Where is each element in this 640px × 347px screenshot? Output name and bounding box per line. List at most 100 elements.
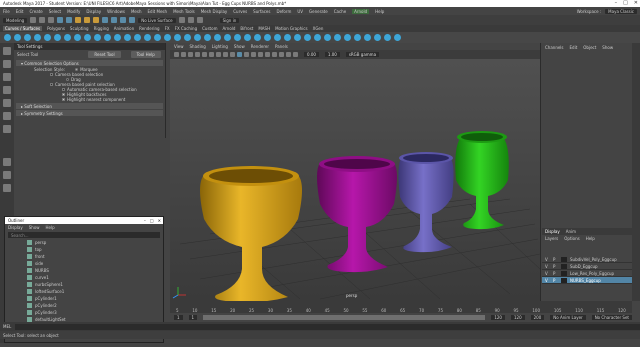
workspace-dropdown[interactable]: Maya Classic — [605, 8, 637, 14]
command-input[interactable] — [15, 323, 640, 330]
open-scene-icon[interactable] — [39, 17, 46, 23]
close-icon[interactable]: ✕ — [634, 0, 638, 6]
extrude-icon[interactable] — [164, 34, 171, 41]
layer-visibility[interactable]: V — [545, 264, 550, 269]
menu-mesh[interactable]: Mesh — [131, 9, 142, 14]
align-icon[interactable] — [254, 34, 261, 41]
drag-radio[interactable] — [66, 78, 69, 81]
layer-color-swatch[interactable] — [561, 270, 567, 276]
menu-arnold[interactable]: Arnold — [352, 8, 370, 14]
viewport-menu-shading[interactable]: Shading — [190, 44, 206, 49]
mel-label[interactable]: MEL — [3, 324, 11, 329]
smooth-shade-icon[interactable] — [237, 52, 242, 57]
menu-create[interactable]: Create — [29, 9, 42, 14]
outliner-maximize-icon[interactable]: □ — [150, 218, 154, 223]
bookmark-icon[interactable] — [188, 52, 193, 57]
four-view-icon[interactable] — [3, 171, 11, 179]
single-view-icon[interactable] — [3, 158, 11, 166]
snap-point-icon[interactable] — [120, 17, 127, 23]
save-scene-icon[interactable] — [48, 17, 55, 23]
menu-mesh-display[interactable]: Mesh Display — [201, 9, 228, 14]
motion-blur-icon[interactable] — [272, 52, 277, 57]
menu-generate[interactable]: Generate — [309, 9, 328, 14]
viewport-menu-lighting[interactable]: Lighting — [212, 44, 228, 49]
reverse-icon[interactable] — [304, 34, 311, 41]
outliner-menu-display[interactable]: Display — [8, 225, 23, 230]
layer-playback[interactable]: P — [553, 271, 558, 276]
antialias-icon[interactable] — [279, 52, 284, 57]
shelf-tab-polygons[interactable]: Polygons — [47, 26, 65, 31]
select-object-icon[interactable] — [84, 17, 91, 23]
menu-deform[interactable]: Deform — [276, 9, 291, 14]
playback-end-field[interactable]: 120 — [491, 315, 505, 320]
menu-mesh-tools[interactable]: Mesh Tools — [173, 9, 195, 14]
extend-icon[interactable] — [274, 34, 281, 41]
shelf-tab-rigging[interactable]: Rigging — [94, 26, 109, 31]
shelf-tab-curves-surfaces[interactable]: Curves / Surfaces — [3, 26, 43, 31]
move-tool-icon[interactable] — [3, 86, 11, 94]
select-tool-icon[interactable] — [3, 47, 11, 55]
layer-playback[interactable]: P — [553, 278, 558, 283]
stitch-icon[interactable] — [334, 34, 341, 41]
nurbs-cube-icon[interactable] — [14, 34, 21, 41]
outliner-menu-help[interactable]: Help — [46, 225, 55, 230]
nurbs-cylinder-icon[interactable] — [24, 34, 31, 41]
outliner-item[interactable]: top — [5, 246, 163, 253]
snap-curve-icon[interactable] — [111, 17, 118, 23]
shelf-tab-motion-graphics[interactable]: Motion Graphics — [275, 26, 308, 31]
loft-icon[interactable] — [144, 34, 151, 41]
menu-surfaces[interactable]: Surfaces — [253, 9, 270, 14]
gamma-field[interactable]: 1.00 — [324, 52, 340, 57]
layer-playback[interactable]: P — [553, 257, 558, 262]
outliner-item[interactable]: persp — [5, 239, 163, 246]
scene-end-field[interactable]: 120 — [510, 315, 525, 320]
rotate-tool-icon[interactable] — [3, 99, 11, 107]
insert-isoparm-icon[interactable] — [264, 34, 271, 41]
shadows-icon[interactable] — [258, 52, 263, 57]
attach-icon[interactable] — [234, 34, 241, 41]
layer-color-swatch[interactable] — [561, 277, 567, 283]
film-gate-icon[interactable] — [209, 52, 214, 57]
channel-box-edit[interactable]: Edit — [570, 45, 578, 50]
menu-select[interactable]: Select — [49, 9, 61, 14]
tool-help-button[interactable]: Tool Help — [130, 51, 161, 58]
detach-icon[interactable] — [244, 34, 251, 41]
circular-fillet-icon[interactable] — [374, 34, 381, 41]
use-lights-icon[interactable] — [251, 52, 256, 57]
scale-tool-icon[interactable] — [3, 112, 11, 120]
shelf-tab-arnold[interactable]: Arnold — [222, 26, 235, 31]
convert-icon[interactable] — [394, 34, 401, 41]
layer-visibility[interactable]: V — [545, 271, 550, 276]
arc-icon[interactable] — [124, 34, 131, 41]
highlight-backfaces-checkbox[interactable] — [62, 93, 65, 96]
channel-box-channels[interactable]: Channels — [545, 45, 564, 50]
new-scene-icon[interactable] — [30, 17, 37, 23]
layer-row[interactable]: V P SubdivVel_Poly_Eggcup — [542, 256, 632, 263]
wireframe-icon[interactable] — [230, 52, 235, 57]
textured-icon[interactable] — [244, 52, 249, 57]
scene-start-field[interactable]: 1 — [174, 315, 183, 320]
intersect-icon[interactable] — [204, 34, 211, 41]
redo-icon[interactable] — [66, 17, 73, 23]
time-slider[interactable]: 5 10 15 20 25 30 35 40 45 50 55 60 65 70… — [170, 301, 632, 313]
layer-tab-anim[interactable]: Anim — [566, 229, 576, 234]
shelf-tab-xgen[interactable]: XGen — [313, 26, 324, 31]
menu-edit[interactable]: Edit — [16, 9, 24, 14]
last-tool-icon[interactable] — [3, 125, 11, 133]
nurbs-cone-icon[interactable] — [34, 34, 41, 41]
pencil-curve-icon[interactable] — [104, 34, 111, 41]
birail-icon[interactable] — [174, 34, 181, 41]
outliner-item[interactable]: pCylinder2 — [5, 302, 163, 309]
surface-edit-icon[interactable] — [324, 34, 331, 41]
camera-select-icon[interactable] — [174, 52, 179, 57]
camera-paint-checkbox[interactable] — [50, 83, 53, 86]
color-space-dropdown[interactable]: sRGB gamma — [345, 52, 380, 57]
offset-icon[interactable] — [284, 34, 291, 41]
channel-box-object[interactable]: Object — [583, 45, 596, 50]
section-soft-selection[interactable]: ▸ Soft Selection — [16, 103, 163, 109]
menu-display[interactable]: Display — [86, 9, 101, 14]
live-surface-field[interactable]: No Live Surface — [138, 17, 176, 23]
layer-row[interactable]: V P Low_Res_Poly_Eggcup — [542, 270, 632, 277]
menu-edit-mesh[interactable]: Edit Mesh — [148, 9, 168, 14]
fillet-icon[interactable] — [364, 34, 371, 41]
